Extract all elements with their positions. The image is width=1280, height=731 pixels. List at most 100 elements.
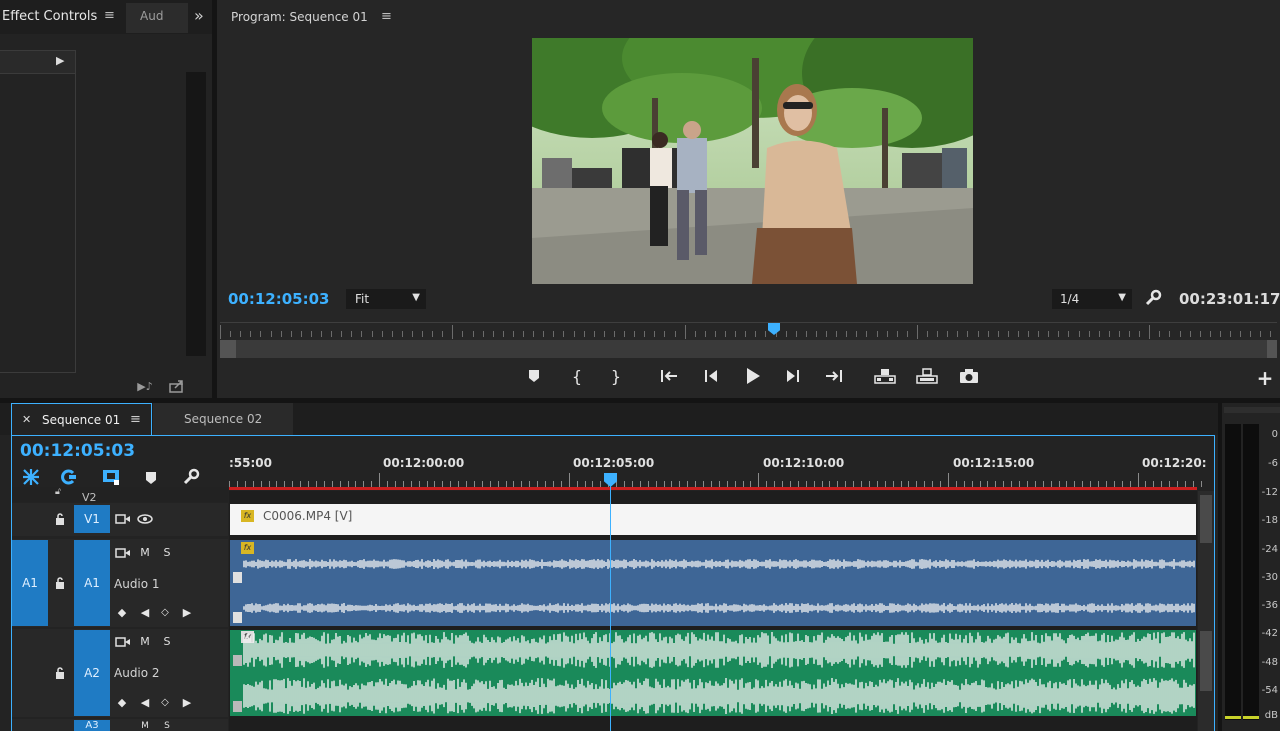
zoom-level-dropdown[interactable]: Fit ▼	[346, 289, 426, 309]
extract-icon[interactable]	[915, 367, 939, 385]
export-icon[interactable]	[168, 378, 186, 394]
ruler-tick	[1199, 331, 1201, 337]
waveform-path	[243, 632, 1195, 668]
ruler-tick	[240, 331, 242, 337]
tab-menu-icon[interactable]: ≡	[130, 412, 141, 427]
voiceover-record-a1-icon[interactable]	[114, 546, 132, 560]
ruler-tick	[765, 331, 767, 337]
program-monitor-title[interactable]: Program: Sequence 01	[231, 10, 368, 24]
snap-icon[interactable]	[20, 467, 42, 487]
resolution-dropdown[interactable]: 1/4 ▼	[1052, 289, 1132, 309]
step-forward-icon[interactable]	[783, 367, 803, 385]
timeline-settings-wrench-icon[interactable]	[180, 467, 202, 487]
program-time-ruler[interactable]	[220, 322, 1277, 341]
ruler-tick	[896, 331, 898, 337]
ruler-tick	[381, 331, 383, 337]
ruler-label-4: 00:12:15:00	[953, 456, 1035, 470]
mark-in-icon[interactable]: {	[568, 366, 586, 386]
scrollbar-left-handle[interactable]	[220, 340, 236, 358]
meter-label-30: -30	[1261, 572, 1278, 583]
track-lock-a1-icon[interactable]	[52, 575, 68, 591]
ruler-tick	[714, 331, 716, 337]
ruler-tick	[654, 331, 656, 337]
ruler-tick	[523, 331, 524, 337]
ruler-tick	[947, 473, 949, 487]
linked-selection-icon[interactable]	[58, 467, 80, 487]
scrollbar-right-handle[interactable]	[1267, 340, 1277, 358]
keyframe-prev-a2-icon[interactable]: ◀	[138, 695, 152, 709]
ruler-tick	[937, 331, 939, 337]
go-to-out-icon[interactable]	[822, 367, 846, 385]
mute-a1-button[interactable]: M	[138, 546, 152, 559]
track-lock-a2-icon[interactable]	[52, 665, 68, 681]
track-a1-target[interactable]: A1	[74, 540, 110, 626]
panel-overflow-icon[interactable]: »	[194, 6, 204, 25]
tab-audio[interactable]: Aud	[140, 9, 163, 23]
step-back-icon[interactable]	[701, 367, 721, 385]
mute-a3-button[interactable]: M	[138, 721, 152, 731]
meter-label-24: -24	[1261, 544, 1278, 555]
ruler-tick	[260, 331, 262, 337]
solo-a2-button[interactable]: S	[160, 635, 174, 648]
add-marker-icon[interactable]	[525, 367, 543, 385]
tab-sequence-01[interactable]: ✕ Sequence 01 ≡	[11, 403, 152, 436]
lock-icon[interactable]: 🔓︎	[55, 487, 61, 497]
button-editor-add-icon[interactable]: +	[1255, 366, 1275, 390]
panel-menu-icon[interactable]: ≡	[104, 8, 115, 23]
keyframe-add-a2-icon[interactable]: ◆	[114, 695, 130, 709]
track-v1-target[interactable]: V1	[74, 505, 110, 533]
go-to-in-icon[interactable]	[657, 367, 681, 385]
add-marker-timeline-icon[interactable]	[100, 467, 122, 487]
toggle-sync-lock-v1-icon[interactable]	[114, 511, 132, 527]
ruler-tick	[755, 331, 757, 337]
meter-channel-left	[1225, 424, 1241, 720]
keyframe-add-a1-diamond-icon[interactable]: ◇	[158, 605, 172, 619]
ruler-tick	[533, 331, 535, 337]
timeline-playhead-line[interactable]	[610, 483, 611, 731]
scrollbar-thumb[interactable]	[1200, 495, 1212, 543]
ruler-tick	[977, 331, 979, 337]
work-area-bar[interactable]	[229, 487, 1197, 490]
play-icon[interactable]	[742, 366, 764, 386]
tab-effect-controls[interactable]: Effect Controls	[2, 9, 97, 24]
program-zoom-scrollbar[interactable]	[220, 340, 1277, 358]
export-frame-camera-icon[interactable]	[957, 367, 981, 385]
zoom-level-value: Fit	[355, 292, 370, 306]
program-video-frame[interactable]	[532, 38, 973, 284]
track-a3-target[interactable]: A3	[74, 720, 110, 731]
wrench-icon[interactable]	[1143, 288, 1163, 308]
keyframe-add-a1-icon[interactable]: ◆	[114, 605, 130, 619]
source-patch-a1[interactable]: A1	[12, 540, 48, 626]
keyframe-next-a1-icon[interactable]: ▶	[180, 605, 194, 619]
voiceover-record-a2-icon[interactable]	[114, 635, 132, 649]
solo-a1-button[interactable]: S	[160, 546, 174, 559]
track-a2-target[interactable]: A2	[74, 630, 110, 716]
timeline-vertical-scrollbar[interactable]	[1198, 491, 1214, 731]
ruler-tick	[856, 331, 858, 337]
timeline-ruler[interactable]	[229, 473, 1202, 487]
close-tab-icon[interactable]: ✕	[22, 413, 31, 426]
program-menu-icon[interactable]: ≡	[381, 9, 392, 24]
video-clip-c0006[interactable]: fx C0006.MP4 [V]	[230, 504, 1196, 535]
eye-icon[interactable]	[136, 511, 154, 527]
keyframe-prev-a1-icon[interactable]: ◀	[138, 605, 152, 619]
scrollbar-thumb-lower[interactable]	[1200, 631, 1212, 691]
ruler-tick	[1038, 331, 1040, 337]
timeline-marker-icon[interactable]	[142, 469, 160, 487]
meter-peak-left	[1225, 716, 1241, 719]
mute-a2-button[interactable]: M	[138, 635, 152, 648]
tab-sequence-02[interactable]: Sequence 02	[153, 403, 293, 435]
keyframe-add-a2-diamond-icon[interactable]: ◇	[158, 695, 172, 709]
keyframe-next-a2-icon[interactable]: ▶	[180, 695, 194, 709]
audio-clip-a1[interactable]: fx	[230, 540, 1196, 626]
lift-icon[interactable]	[873, 367, 897, 385]
play-audio-icon[interactable]: ▶♪	[136, 378, 154, 394]
track-lock-v1-icon[interactable]	[52, 511, 68, 527]
mark-out-icon[interactable]: }	[607, 366, 625, 386]
audio-clip-a2[interactable]: fx	[230, 630, 1196, 716]
timeline-current-timecode[interactable]: 00:12:05:03	[20, 441, 135, 461]
expand-arrow-icon[interactable]: ▶	[56, 54, 64, 67]
ruler-tick	[1058, 331, 1060, 337]
solo-a3-button[interactable]: S	[160, 721, 174, 731]
program-current-timecode[interactable]: 00:12:05:03	[228, 290, 330, 308]
